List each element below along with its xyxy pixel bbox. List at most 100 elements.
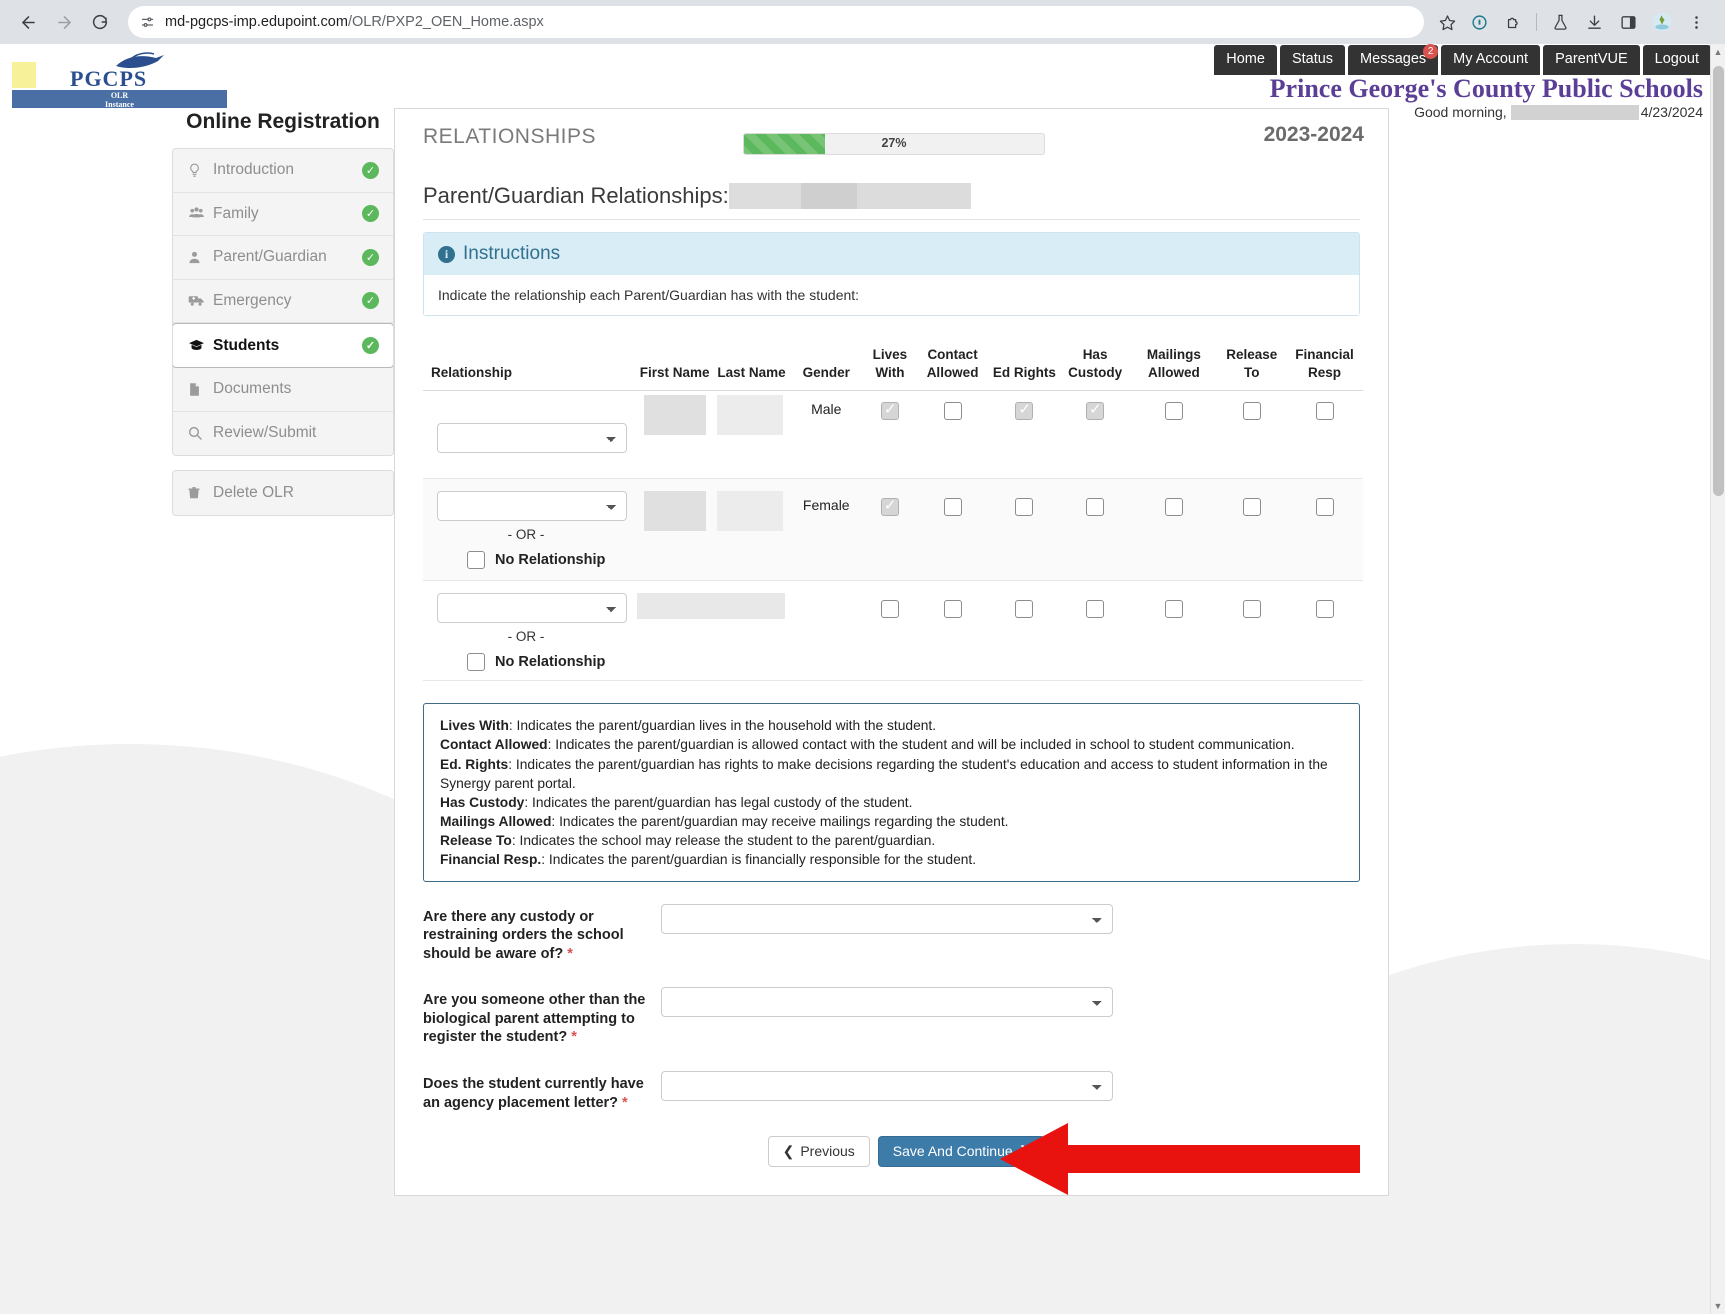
three-dot-menu-icon[interactable]: [1679, 5, 1713, 39]
star-icon[interactable]: [1432, 7, 1462, 37]
greeting-text: Good morning,: [1414, 104, 1507, 120]
topnav-parentvue[interactable]: ParentVUE: [1543, 45, 1640, 75]
checkbox-no-relationship[interactable]: [467, 653, 485, 671]
no-relationship-label: No Relationship: [495, 654, 605, 670]
checkbox-ed-rights[interactable]: [1015, 402, 1033, 420]
cell-relationship: - OR - No Relationship: [423, 479, 635, 581]
checkbox-has-custody[interactable]: [1086, 402, 1104, 420]
cell-lives-with: [864, 391, 917, 479]
progress-bar: 27%: [743, 133, 1045, 155]
sidebar-item-emergency[interactable]: Emergency ✓: [173, 280, 393, 324]
sidebar-item-label: Documents: [213, 380, 379, 398]
cell-last-name: [714, 479, 789, 581]
topnav-status[interactable]: Status: [1280, 45, 1345, 75]
checkbox-release-to[interactable]: [1243, 600, 1261, 618]
no-relationship-row3[interactable]: No Relationship: [431, 653, 633, 671]
sidebar-item-delete-olr[interactable]: Delete OLR: [173, 471, 393, 515]
agency-placement-letter-select[interactable]: [661, 1071, 1113, 1101]
non-biological-parent-select[interactable]: [661, 987, 1113, 1017]
checkbox-ed-rights[interactable]: [1015, 600, 1033, 618]
cell-first-name: [635, 479, 714, 581]
checkbox-lives-with[interactable]: [881, 600, 899, 618]
address-bar[interactable]: md-pgcps-imp.edupoint.com/OLR/PXP2_OEN_H…: [128, 6, 1424, 38]
topnav-messages[interactable]: Messages2: [1348, 45, 1438, 75]
topnav-home-label: Home: [1226, 51, 1265, 67]
extension-puzzle-icon[interactable]: [1496, 5, 1530, 39]
cell-relationship: - OR - No Relationship: [423, 581, 635, 681]
col-first-name: First Name: [635, 344, 714, 391]
sidebar-item-parent-guardian[interactable]: Parent/Guardian ✓: [173, 236, 393, 280]
back-arrow-icon[interactable]: [12, 6, 44, 38]
logo-box: PGCPS OLR Instance: [12, 62, 227, 104]
checkbox-financial-resp[interactable]: [1316, 498, 1334, 516]
no-relationship-row2[interactable]: No Relationship: [431, 551, 633, 569]
or-separator: - OR -: [431, 629, 621, 644]
scrollbar-thumb[interactable]: [1713, 66, 1724, 496]
checkbox-ed-rights[interactable]: [1015, 498, 1033, 516]
table-row: - OR - No Relationship Female: [423, 479, 1363, 581]
previous-button-label: Previous: [800, 1143, 854, 1160]
district-name: Prince George's County Public Schools: [1270, 74, 1703, 104]
previous-button[interactable]: ❮ Previous: [768, 1136, 870, 1167]
checkbox-has-custody[interactable]: [1086, 498, 1104, 516]
completed-check-icon: ✓: [362, 292, 379, 309]
checkbox-lives-with[interactable]: [881, 498, 899, 516]
checkbox-mailings-allowed[interactable]: [1165, 402, 1183, 420]
definition-text: : Indicates the parent/guardian is finan…: [541, 852, 976, 867]
page-scrollbar[interactable]: ▲ ▼: [1710, 44, 1725, 1314]
sidebar-item-students[interactable]: Students ✓: [172, 323, 394, 368]
topnav-my-account[interactable]: My Account: [1441, 45, 1540, 75]
scroll-up-arrow[interactable]: ▲: [1711, 47, 1725, 57]
progress-percent-label: 27%: [744, 136, 1044, 150]
topnav-my-account-label: My Account: [1453, 51, 1528, 67]
checkbox-mailings-allowed[interactable]: [1165, 600, 1183, 618]
relationship-select-row3[interactable]: [437, 593, 627, 623]
info-circle-icon[interactable]: [1462, 5, 1496, 39]
relationship-select-row1[interactable]: [437, 423, 627, 453]
greeting-line: Good morning, 4/23/2024: [1414, 104, 1703, 120]
checkbox-financial-resp[interactable]: [1316, 402, 1334, 420]
sidebar-item-introduction[interactable]: Introduction ✓: [173, 149, 393, 193]
checkbox-release-to[interactable]: [1243, 498, 1261, 516]
definition-financial-resp: Financial Resp.: Indicates the parent/gu…: [440, 850, 1343, 869]
save-and-continue-label: Save And Continue: [893, 1143, 1013, 1160]
side-panel-icon[interactable]: [1611, 5, 1645, 39]
toolbar-divider: [1536, 13, 1537, 31]
sidebar-item-review-submit[interactable]: Review/Submit: [173, 412, 393, 456]
sidebar-item-documents[interactable]: Documents: [173, 368, 393, 412]
required-asterisk: *: [622, 1095, 628, 1111]
checkbox-mailings-allowed[interactable]: [1165, 498, 1183, 516]
checkbox-contact-allowed[interactable]: [944, 498, 962, 516]
flask-icon[interactable]: [1543, 5, 1577, 39]
sidebar-item-family[interactable]: Family ✓: [173, 193, 393, 237]
cell-name-redacted: [635, 581, 789, 681]
definition-text: : Indicates the parent/guardian may rece…: [551, 814, 1008, 829]
sidebar-nav-group: Introduction ✓ Family ✓ Parent/Guardian …: [172, 148, 394, 456]
site-settings-icon[interactable]: [140, 15, 155, 30]
download-icon[interactable]: [1577, 5, 1611, 39]
required-asterisk: *: [571, 1029, 577, 1045]
scroll-down-arrow[interactable]: ▼: [1711, 1301, 1725, 1311]
topnav-logout[interactable]: Logout: [1643, 45, 1711, 75]
checkbox-has-custody[interactable]: [1086, 600, 1104, 618]
relationship-select-row2[interactable]: [437, 491, 627, 521]
definition-text: : Indicates the school may release the s…: [512, 833, 935, 848]
questions-section: Are there any custody or restraining ord…: [423, 904, 1360, 1112]
topnav-home[interactable]: Home: [1214, 45, 1277, 75]
cell-last-name: [714, 391, 789, 479]
document-icon: [187, 381, 213, 398]
checkbox-financial-resp[interactable]: [1316, 600, 1334, 618]
trash-icon: [187, 485, 213, 501]
checkbox-contact-allowed[interactable]: [944, 402, 962, 420]
sidebar-item-label: Review/Submit: [213, 424, 379, 442]
checkbox-lives-with[interactable]: [881, 402, 899, 420]
profile-avatar-icon[interactable]: [1645, 5, 1679, 39]
checkbox-release-to[interactable]: [1243, 402, 1261, 420]
custody-orders-select[interactable]: [661, 904, 1113, 934]
reload-icon[interactable]: [84, 6, 116, 38]
checkbox-no-relationship[interactable]: [467, 551, 485, 569]
checkbox-contact-allowed[interactable]: [944, 600, 962, 618]
col-contact-allowed: Contact Allowed: [916, 344, 989, 391]
col-ed-rights: Ed Rights: [989, 344, 1060, 391]
forward-arrow-icon[interactable]: [48, 6, 80, 38]
